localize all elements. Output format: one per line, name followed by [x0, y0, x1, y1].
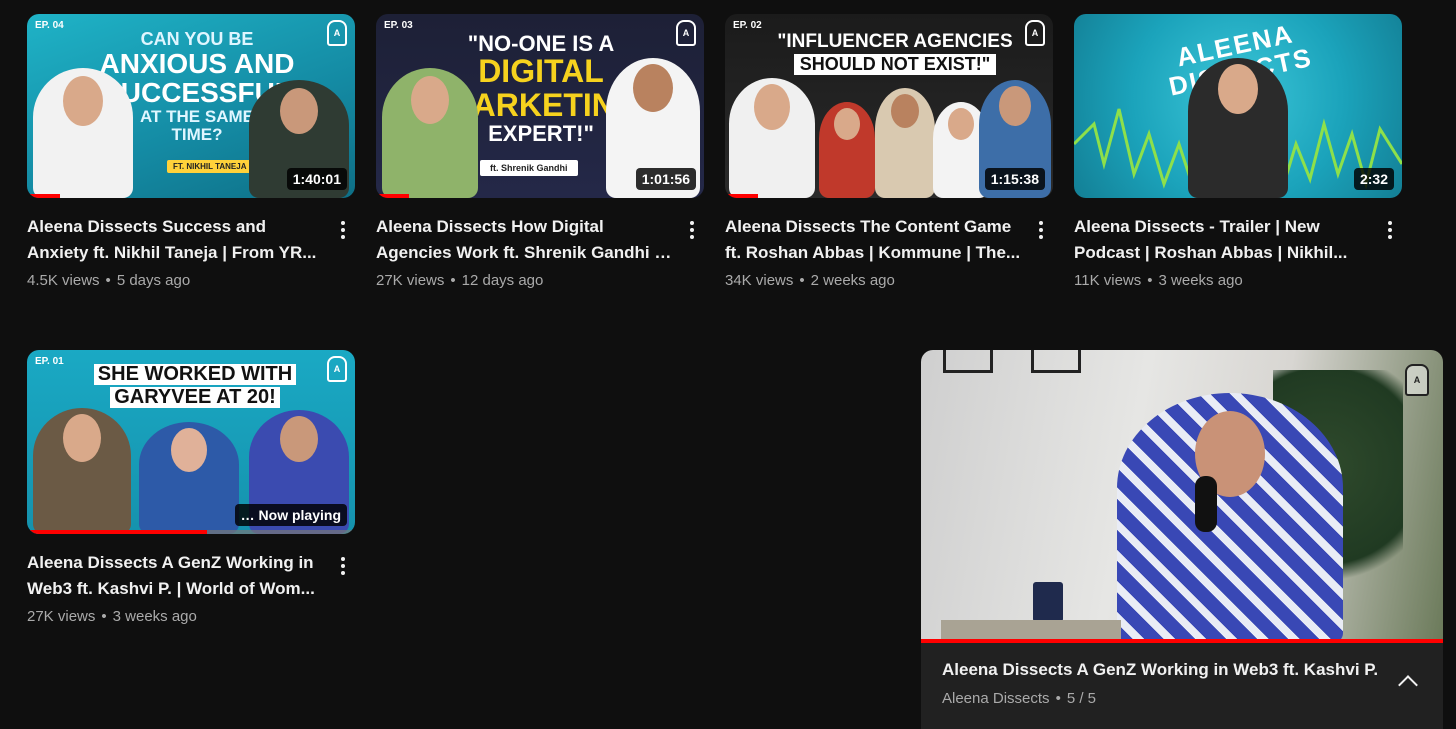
watch-progress	[27, 194, 60, 198]
upload-age: 2 weeks ago	[810, 272, 895, 289]
duration-badge: 2:32	[1353, 168, 1394, 190]
more-vert-icon[interactable]	[333, 218, 353, 242]
guest-figure	[875, 88, 935, 198]
video-title[interactable]: Aleena Dissects A GenZ Working in Web3 f…	[27, 550, 323, 602]
view-count: 27K views	[27, 608, 96, 625]
video-title[interactable]: Aleena Dissects - Trailer | New Podcast …	[1074, 214, 1370, 266]
miniplayer[interactable]: A Aleena Dissects A GenZ Working in Web3…	[921, 350, 1443, 729]
miniplayer-subtitle: Aleena Dissects • 5 / 5	[942, 690, 1097, 707]
guest-figure	[1117, 393, 1343, 643]
microphone-graphic	[1195, 476, 1217, 532]
equalizer-icon: …	[240, 507, 255, 523]
video-card[interactable]: ALEENA DISSECTS 2:32 Aleena Dissects - T…	[1074, 14, 1404, 289]
episode-label: EP. 03	[384, 20, 413, 31]
more-vert-icon[interactable]	[333, 554, 353, 578]
watch-progress	[27, 530, 208, 534]
thumbnail-headline: SHE WORKED WITH GARYVEE AT 20!	[67, 364, 323, 408]
episode-label: EP. 04	[35, 20, 64, 31]
video-card[interactable]: EP. 01 A SHE WORKED WITH GARYVEE AT 20! …	[27, 350, 357, 625]
upload-age: 12 days ago	[461, 272, 544, 289]
watch-progress	[376, 194, 409, 198]
channel-name[interactable]: Aleena Dissects	[942, 690, 1050, 707]
duration-badge: 1:15:38	[984, 168, 1045, 190]
duration-badge: 1:01:56	[635, 168, 696, 190]
video-card[interactable]: EP. 03 A "NO-ONE IS A DIGITAL MARKETING …	[376, 14, 706, 289]
host-figure	[382, 68, 478, 198]
wall-frame	[1031, 350, 1081, 373]
watch-progress	[725, 194, 758, 198]
video-card[interactable]: EP. 04 A CAN YOU BE ANXIOUS AND SUCCESSF…	[27, 14, 357, 289]
episode-label: EP. 02	[733, 20, 762, 31]
more-vert-icon[interactable]	[1380, 218, 1400, 242]
upload-age: 3 weeks ago	[112, 608, 197, 625]
video-title[interactable]: Aleena Dissects Success and Anxiety ft. …	[27, 214, 323, 266]
podcast-mic-logo: A	[1405, 364, 1429, 396]
video-stats: 34K views • 2 weeks ago	[725, 272, 895, 289]
host-figure	[33, 408, 131, 534]
podcast-mic-logo: A	[327, 20, 347, 46]
video-thumbnail[interactable]: EP. 03 A "NO-ONE IS A DIGITAL MARKETING …	[376, 14, 704, 198]
playlist-position: 5 / 5	[1066, 690, 1097, 707]
host-figure	[33, 68, 133, 198]
video-title[interactable]: Aleena Dissects The Content Game ft. Ros…	[725, 214, 1021, 266]
video-thumbnail[interactable]: EP. 01 A SHE WORKED WITH GARYVEE AT 20! …	[27, 350, 355, 534]
upload-age: 5 days ago	[116, 272, 191, 289]
mug-graphic	[1033, 582, 1063, 622]
table-graphic	[941, 620, 1121, 640]
host-figure	[729, 78, 815, 198]
video-thumbnail[interactable]: EP. 04 A CAN YOU BE ANXIOUS AND SUCCESSF…	[27, 14, 355, 198]
video-stats: 11K views • 3 weeks ago	[1074, 272, 1243, 289]
video-thumbnail[interactable]: EP. 02 A "INFLUENCER AGENCIES SHOULD NOT…	[725, 14, 1053, 198]
chevron-up-icon[interactable]	[1398, 675, 1418, 695]
podcast-mic-logo: A	[327, 356, 347, 382]
thumbnail-headline: "INFLUENCER AGENCIES SHOULD NOT EXIST!"	[777, 31, 1013, 75]
now-playing-badge: … Now playing	[234, 504, 347, 526]
miniplayer-title[interactable]: Aleena Dissects A GenZ Working in Web3 f…	[942, 660, 1393, 680]
view-count: 27K views	[376, 272, 445, 289]
view-count: 11K views	[1074, 272, 1142, 289]
guest-tag: ft. Shrenik Gandhi	[480, 160, 578, 176]
miniplayer-video[interactable]: A	[921, 350, 1443, 643]
view-count: 4.5K views	[27, 272, 100, 289]
more-vert-icon[interactable]	[682, 218, 702, 242]
video-stats: 4.5K views • 5 days ago	[27, 272, 191, 289]
duration-badge: 1:40:01	[286, 168, 347, 190]
video-stats: 27K views • 3 weeks ago	[27, 608, 197, 625]
podcast-mic-logo: A	[676, 20, 696, 46]
wall-frame	[943, 350, 993, 373]
host-figure	[1188, 58, 1288, 198]
video-title[interactable]: Aleena Dissects How Digital Agencies Wor…	[376, 214, 672, 266]
upload-age: 3 weeks ago	[1158, 272, 1243, 289]
episode-label: EP. 01	[35, 356, 64, 367]
video-card[interactable]: EP. 02 A "INFLUENCER AGENCIES SHOULD NOT…	[725, 14, 1055, 289]
playlist-page: EP. 04 A CAN YOU BE ANXIOUS AND SUCCESSF…	[0, 0, 1456, 729]
more-vert-icon[interactable]	[1031, 218, 1051, 242]
video-thumbnail[interactable]: ALEENA DISSECTS 2:32	[1074, 14, 1402, 198]
guest-figure	[139, 422, 239, 534]
guest-tag: FT. NIKHIL TANEJA	[167, 160, 253, 173]
miniplayer-progress[interactable]	[921, 639, 1443, 643]
video-stats: 27K views • 12 days ago	[376, 272, 544, 289]
view-count: 34K views	[725, 272, 794, 289]
guest-figure	[819, 102, 875, 198]
